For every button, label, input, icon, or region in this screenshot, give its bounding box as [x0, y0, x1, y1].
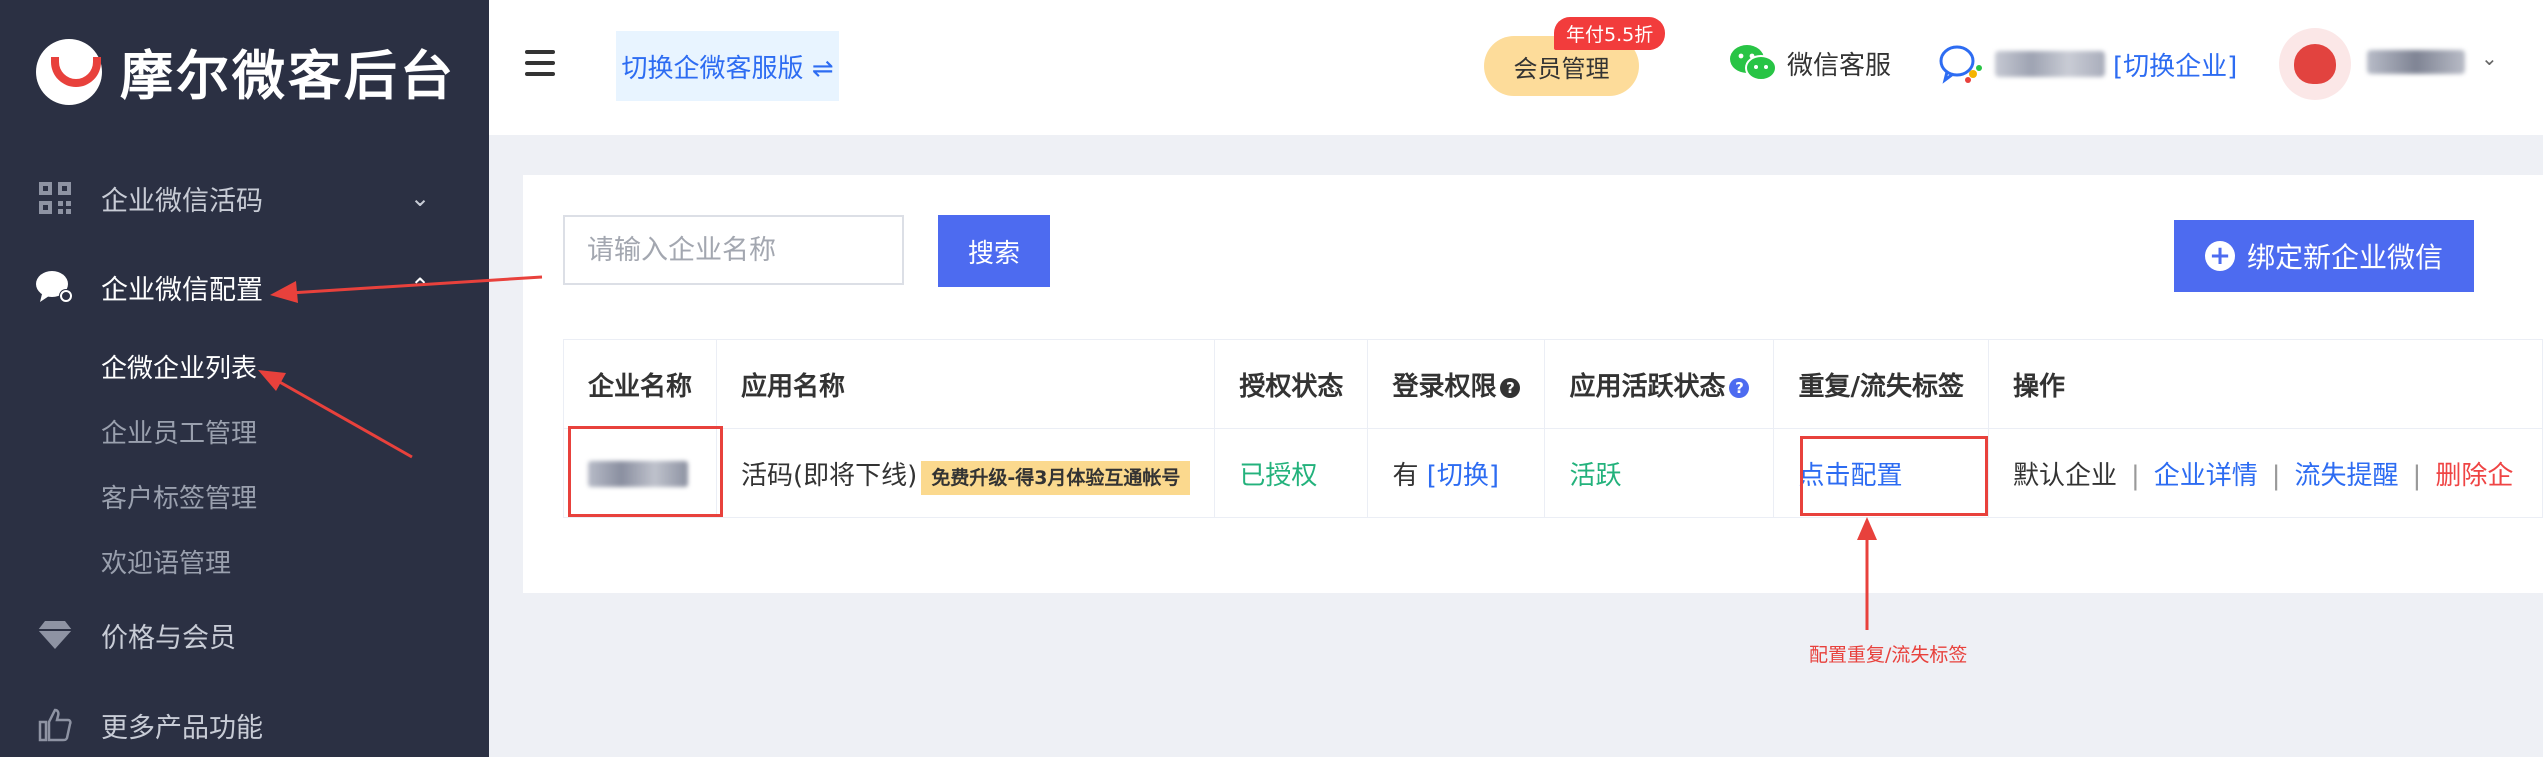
- annotation-arrows: [258, 275, 1877, 630]
